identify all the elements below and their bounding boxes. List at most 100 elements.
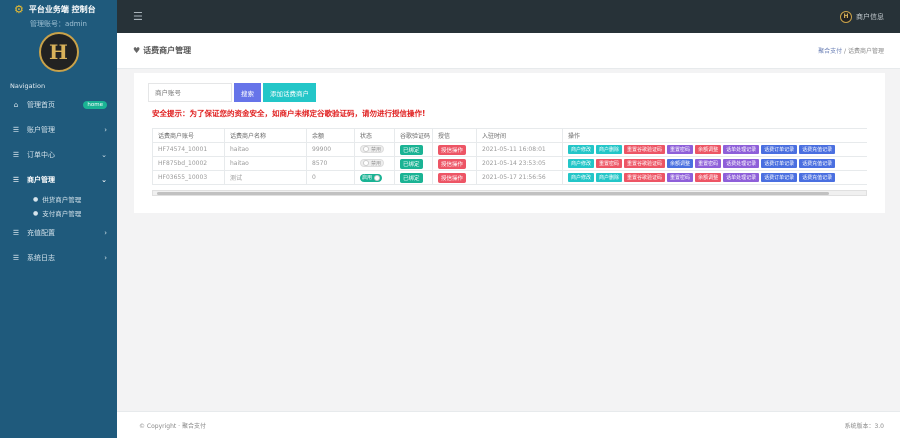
column-header: 状态 [354,128,395,143]
credit-button[interactable]: 授信操作 [438,172,467,183]
breadcrumb-current: 话费商户管理 [847,48,884,55]
page-title-text: 话费商户管理 [143,46,192,55]
recharge-records-button[interactable]: 话费充值记录 [799,145,836,154]
reset-password-button[interactable]: 重置密码 [695,159,722,168]
search-input[interactable] [148,83,232,102]
sidebar-item-orders[interactable]: ☰ 订单中心 ⌄ [0,142,117,167]
sidebar-subitem-label: 支付商户管理 [42,210,82,218]
order-records-button[interactable]: 话费订单记录 [761,159,798,168]
sidebar-item-merchants[interactable]: ☰ 商户管理 ⌄ [0,167,117,192]
sidebar-item-label: 系统日志 [27,253,55,262]
table-row: HF74574_10001 haitao 99900 禁用 已绑定 授信操作 2… [152,142,867,157]
sidebar-item-home[interactable]: ⌂ 管理首页 home [0,92,117,117]
delete-merchant-button[interactable]: 商户删除 [596,173,623,182]
edit-merchant-button[interactable]: 商户修改 [568,145,595,154]
sidebar-subitem-pay-merchants[interactable]: ● 支付商户管理 [0,206,117,220]
list-icon: ☰ [12,125,20,134]
breadcrumb-separator: / [844,48,847,55]
cell-name: 测试 [224,170,307,185]
google-bound-badge: 已绑定 [400,158,423,169]
circle-icon: ● [33,195,39,203]
balance-adjust-button[interactable]: 余额调整 [667,159,694,168]
sidebar-item-label: 管理首页 [27,100,55,109]
list-icon: ☰ [12,228,20,237]
cell-balance: 0 [306,170,355,185]
cell-ops: 商户修改 商户删除 重置谷歌验证码 重置密码 余额调整 话单处理记录 话费订单记… [562,170,867,185]
table-row: HF875bd_10002 haitao 8570 禁用 已绑定 授信操作 20… [152,156,867,171]
cell-status: 启用 [354,170,395,185]
status-toggle[interactable]: 禁用 [360,145,385,153]
page-header: ♥ 话费商户管理 聚合支付 / 话费商户管理 [117,33,900,69]
reset-password-button[interactable]: 重置密码 [596,159,623,168]
horizontal-scrollbar[interactable] [152,190,867,196]
reset-google-button[interactable]: 重置谷歌验证码 [624,173,666,182]
process-records-button[interactable]: 话费处理记录 [723,159,760,168]
cell-google: 已绑定 [394,170,433,185]
content-card: 搜索 添加话费商户 安全提示：为了保证您的资金安全，如商户未绑定谷歌验证码，请勿… [134,73,885,213]
column-header: 操作 [562,128,867,143]
process-records-button[interactable]: 话单处理记录 [723,145,760,154]
admin-account-label: 管理账号：admin [30,20,87,28]
chevron-right-icon: › [104,253,107,262]
page-title: ♥ 话费商户管理 [133,45,191,56]
status-label: 启用 [362,175,373,181]
google-bound-badge: 已绑定 [400,144,423,155]
avatar[interactable]: H [38,32,79,72]
cell-account: HF875bd_10002 [152,156,225,171]
circle-icon: ● [33,209,39,217]
order-records-button[interactable]: 话费订单记录 [761,145,798,154]
list-icon: ☰ [12,150,20,159]
reset-google-button[interactable]: 重置谷歌验证码 [624,159,666,168]
sidebar-subitem-supply-merchants[interactable]: ● 供货商户管理 [0,192,117,206]
credit-button[interactable]: 授信操作 [438,158,467,169]
scrollbar-thumb[interactable] [157,192,829,195]
cell-time: 2021-05-17 21:56:56 [476,170,563,185]
cell-account: HF74574_10001 [152,142,225,157]
credit-button[interactable]: 授信操作 [438,144,467,155]
home-icon: ⌂ [13,100,19,109]
column-header: 话费商户名称 [224,128,307,143]
table-wrapper: 话费商户账号 话费商户名称 余额 状态 谷歌验证码 授信 入驻时间 操作 HF7… [152,128,867,198]
cell-name: haitao [224,142,307,157]
sidebar-subitem-label: 供货商户管理 [42,196,82,204]
chevron-down-icon: ⌄ [101,175,107,184]
menu-icon[interactable]: ☰ [133,10,143,23]
sidebar-item-recharge-config[interactable]: ☰ 充值配置 › [0,220,117,245]
status-toggle[interactable]: 禁用 [360,159,385,167]
column-header: 话费商户账号 [152,128,225,143]
recharge-records-button[interactable]: 话费充值记录 [799,173,836,182]
edit-merchant-button[interactable]: 商户修改 [568,173,595,182]
user-avatar: H [840,10,852,23]
breadcrumb-home[interactable]: 聚合支付 [818,48,842,55]
order-records-button[interactable]: 话费订单记录 [761,173,798,182]
user-menu[interactable]: H 商户信息 [840,10,884,23]
delete-merchant-button[interactable]: 商户删除 [596,145,623,154]
nav-title: Navigation [10,82,46,90]
table-row: HF03655_10003 测试 0 启用 已绑定 授信操作 2021-05-1… [152,170,867,185]
process-records-button[interactable]: 话单处理记录 [723,173,760,182]
chevron-right-icon: › [104,125,107,134]
user-label: 商户信息 [856,12,884,21]
recharge-records-button[interactable]: 话费充值记录 [799,159,836,168]
security-warning: 安全提示：为了保证您的资金安全，如商户未绑定谷歌验证码，请勿进行授信操作! [152,109,426,118]
brand: ⚙ 平台业务端 控制台 [0,0,117,18]
reset-google-button[interactable]: 重置谷歌验证码 [624,145,666,154]
reset-password-button[interactable]: 重置密码 [667,145,694,154]
balance-adjust-button[interactable]: 余额调整 [695,145,722,154]
balance-adjust-button[interactable]: 余额调整 [695,173,722,182]
brand-title: 平台业务端 控制台 [28,4,96,14]
cell-balance: 8570 [306,156,355,171]
cell-status: 禁用 [354,142,395,157]
sidebar-item-accounts[interactable]: ☰ 账户管理 › [0,117,117,142]
status-toggle[interactable]: 启用 [360,173,383,182]
edit-merchant-button[interactable]: 商户修改 [568,159,595,168]
sidebar-item-system-log[interactable]: ☰ 系统日志 › [0,245,117,270]
column-header: 谷歌验证码 [394,128,433,143]
cell-account: HF03655_10003 [152,170,225,185]
search-button[interactable]: 搜索 [234,83,261,102]
google-bound-badge: 已绑定 [400,172,423,183]
toggle-knob [374,174,381,181]
add-merchant-button[interactable]: 添加话费商户 [263,83,316,102]
chevron-right-icon: › [104,228,107,237]
reset-password-button[interactable]: 重置密码 [667,173,694,182]
